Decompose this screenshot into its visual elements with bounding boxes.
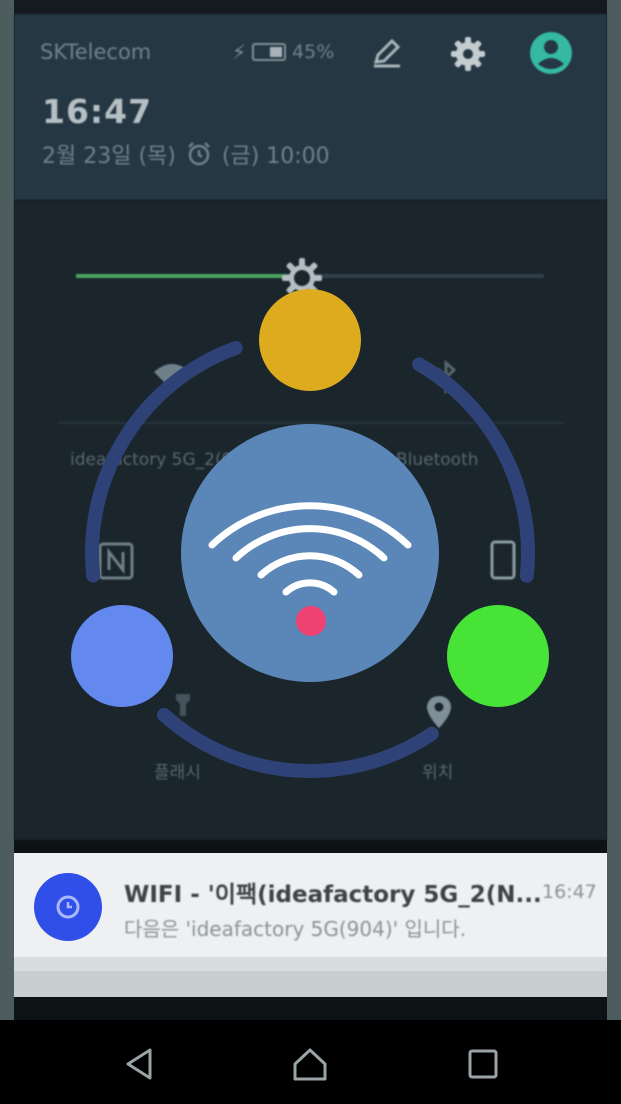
tiles-divider [58,422,564,424]
navigation-bar [0,1020,621,1104]
battery-percent: 45% [292,41,335,63]
wifi-center-disc[interactable] [181,424,439,682]
left-network-node[interactable] [71,605,173,707]
top-strip [0,0,621,14]
notification-time: 16:47 [542,881,597,903]
recents-button-icon[interactable] [463,1044,503,1084]
date-row: 2월 23일 (목) (금) 10:00 [42,138,330,170]
top-network-node[interactable] [259,289,361,391]
user-profile-icon[interactable] [528,30,574,76]
brightness-level-fill [76,274,296,278]
right-gutter [607,0,621,1104]
date-text: 2월 23일 (목) [42,144,176,169]
edit-pencil-icon[interactable] [370,36,404,70]
stacked-notification-edge [14,957,607,971]
wifi-notification-card[interactable]: WIFI - '이팩(ideafactory 5G_2(N... 다음은 'id… [14,853,607,957]
charging-bolt-icon: ⚡ [232,40,247,64]
notification-body: 다음은 'ideafactory 5G(904)' 입니다. [124,917,467,941]
bluetooth-label[interactable]: Bluetooth [396,450,479,470]
nfc-tile-icon[interactable] [98,542,134,580]
flash-label[interactable]: 플래시 [154,758,201,783]
stacked-notification-edge-2 [14,971,607,997]
battery-status: ⚡ 45% [232,40,334,64]
location-pin-icon[interactable] [424,694,454,730]
phone-screen: SKTelecom ⚡ 45% 16:47 2월 23일 (목) (금) 10:… [0,0,621,1104]
clock-time: 16:47 [42,92,153,131]
clock-badge-icon [56,895,80,919]
next-alarm-text: (금) 10:00 [221,144,330,169]
carrier-name: SKTelecom [40,40,152,64]
location-label[interactable]: 위치 [422,758,453,783]
notification-shade-header: SKTelecom ⚡ 45% 16:47 2월 23일 (목) (금) 10:… [14,14,607,200]
notification-app-icon [34,873,102,941]
alarm-clock-icon [187,142,210,166]
rotation-tile-icon[interactable] [490,540,516,580]
battery-level-fill [270,47,283,57]
wifi-tile-icon[interactable] [152,360,192,390]
flashlight-tile-icon[interactable] [172,692,194,718]
notification-title: WIFI - '이팩(ideafactory 5G_2(N... [124,882,542,908]
battery-icon [252,43,287,61]
back-button-icon[interactable] [120,1044,160,1084]
home-button-icon[interactable] [290,1044,330,1084]
left-gutter [0,0,14,1104]
right-network-node[interactable] [447,605,549,707]
bluetooth-tile-icon[interactable] [432,360,462,394]
settings-gear-icon[interactable] [448,34,488,74]
